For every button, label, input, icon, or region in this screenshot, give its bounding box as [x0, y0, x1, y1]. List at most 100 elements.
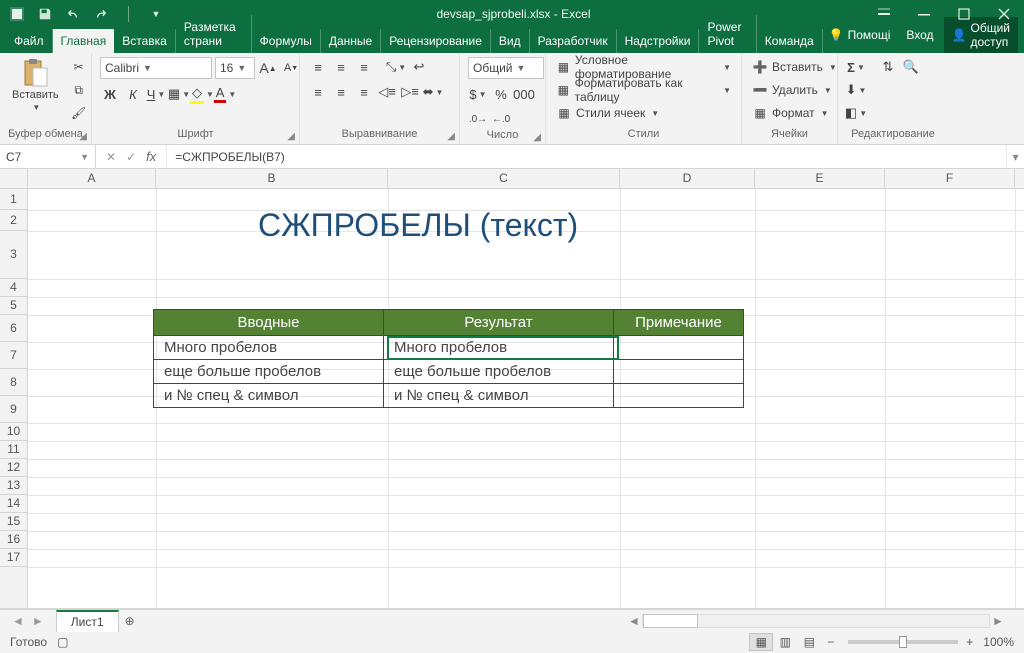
align-top-button[interactable]: ≡ — [308, 57, 328, 77]
cell-styles-button[interactable]: ▦Стили ячеек▼ — [554, 103, 661, 123]
tab-view[interactable]: Вид — [491, 29, 530, 53]
tab-insert[interactable]: Вставка — [114, 29, 176, 53]
col-header[interactable]: E — [755, 169, 885, 188]
format-painter-button[interactable]: 🖌 — [69, 103, 89, 123]
inc-decimal-button[interactable]: .0→ — [468, 109, 488, 129]
italic-button[interactable]: К — [123, 84, 143, 104]
accounting-button[interactable]: $▼ — [468, 84, 488, 104]
launcher-icon[interactable]: ◢ — [287, 131, 295, 142]
percent-button[interactable]: % — [491, 84, 511, 104]
row-header[interactable]: 14 — [0, 495, 27, 513]
underline-button[interactable]: Ч▼ — [146, 84, 166, 104]
row-header[interactable]: 12 — [0, 459, 27, 477]
row-header[interactable]: 9 — [0, 396, 27, 423]
align-bottom-button[interactable]: ≡ — [354, 57, 374, 77]
col-header[interactable]: C — [388, 169, 620, 188]
new-sheet-button[interactable]: ⊕ — [119, 614, 141, 628]
tab-data[interactable]: Данные — [321, 29, 381, 53]
select-all-corner[interactable] — [0, 169, 28, 188]
tab-home[interactable]: Главная — [53, 29, 115, 53]
zoom-in-button[interactable]: + — [966, 635, 973, 649]
clear-button[interactable]: ◧▼ — [846, 103, 866, 123]
col-header[interactable]: B — [156, 169, 388, 188]
sort-filter-button[interactable]: ⇅ — [878, 57, 898, 77]
delete-cells-button[interactable]: ➖Удалить▼ — [750, 80, 834, 100]
align-center-button[interactable]: ≡ — [331, 82, 351, 102]
merge-button[interactable]: ⬌▼ — [423, 82, 443, 102]
zoom-slider[interactable] — [848, 640, 958, 644]
undo-icon[interactable] — [66, 7, 80, 21]
row-header[interactable]: 1 — [0, 189, 27, 210]
wrap-text-button[interactable]: ↩ — [409, 57, 429, 77]
zoom-level[interactable]: 100% — [983, 635, 1014, 649]
row-header[interactable]: 10 — [0, 423, 27, 441]
shrink-font-button[interactable]: A▼ — [281, 58, 301, 78]
sheet-tab[interactable]: Лист1 — [56, 610, 119, 632]
tab-developer[interactable]: Разработчик — [530, 29, 617, 53]
qat-dropdown-icon[interactable]: ▼ — [149, 7, 163, 21]
tab-formulas[interactable]: Формулы — [252, 29, 321, 53]
share-button[interactable]: 👤Общий доступ — [944, 17, 1018, 53]
comma-button[interactable]: 000 — [514, 84, 534, 104]
zoom-out-button[interactable]: − — [827, 635, 834, 649]
sign-in[interactable]: Вход — [900, 25, 939, 45]
launcher-icon[interactable]: ◢ — [79, 131, 87, 142]
font-name[interactable]: Calibri▼ — [100, 57, 212, 79]
row-header[interactable]: 5 — [0, 297, 27, 315]
formula-input[interactable]: =СЖПРОБЕЛЫ(B7) — [167, 145, 1006, 168]
cut-button[interactable]: ✂ — [69, 57, 89, 77]
col-header[interactable]: A — [28, 169, 156, 188]
orientation-button[interactable]: ⤡▼ — [386, 57, 406, 77]
format-cells-button[interactable]: ▦Формат▼ — [750, 103, 831, 123]
indent-dec-button[interactable]: ◁≡ — [377, 82, 397, 102]
enter-icon[interactable]: ✓ — [126, 150, 136, 164]
cond-format-button[interactable]: ▦Условное форматирование▼ — [554, 57, 733, 77]
format-table-button[interactable]: ▦Форматировать как таблицу▼ — [554, 80, 733, 100]
cancel-icon[interactable]: ✕ — [106, 150, 116, 164]
tab-team[interactable]: Команда — [757, 29, 823, 53]
align-right-button[interactable]: ≡ — [354, 82, 374, 102]
col-header[interactable]: F — [885, 169, 1015, 188]
row-header[interactable]: 15 — [0, 513, 27, 531]
row-header[interactable]: 2 — [0, 210, 27, 231]
worksheet-grid[interactable]: A B C D E F 1234567891011121314151617 СЖ… — [0, 169, 1024, 609]
expand-formula-bar[interactable]: ▾ — [1006, 145, 1024, 168]
tell-me[interactable]: 💡Помощі — [823, 25, 897, 45]
tab-file[interactable]: Файл — [6, 29, 53, 53]
number-format[interactable]: Общий▼ — [468, 57, 544, 79]
horizontal-scrollbar[interactable]: ◄► — [626, 614, 1006, 628]
paste-button[interactable]: Вставить ▼ — [8, 57, 63, 114]
tab-review[interactable]: Рецензирование — [381, 29, 491, 53]
save-icon[interactable] — [38, 7, 52, 21]
grow-font-button[interactable]: A▲ — [258, 58, 278, 78]
launcher-icon[interactable]: ◢ — [447, 131, 455, 142]
font-size[interactable]: 16▼ — [215, 57, 255, 79]
insert-cells-button[interactable]: ➕Вставить▼ — [750, 57, 839, 77]
row-header[interactable]: 6 — [0, 315, 27, 342]
row-header[interactable]: 11 — [0, 441, 27, 459]
row-header[interactable]: 17 — [0, 549, 27, 567]
align-left-button[interactable]: ≡ — [308, 82, 328, 102]
dec-decimal-button[interactable]: ←.0 — [491, 109, 511, 129]
row-header[interactable]: 13 — [0, 477, 27, 495]
fill-color-button[interactable]: ◇▼ — [192, 84, 212, 104]
col-header[interactable]: D — [620, 169, 755, 188]
align-middle-button[interactable]: ≡ — [331, 57, 351, 77]
name-box[interactable]: C7▼ — [0, 145, 96, 168]
tab-addins[interactable]: Надстройки — [617, 29, 700, 53]
row-header[interactable]: 16 — [0, 531, 27, 549]
font-color-button[interactable]: A▼ — [215, 84, 235, 104]
find-button[interactable]: 🔍 — [901, 57, 921, 77]
row-header[interactable]: 4 — [0, 279, 27, 297]
redo-icon[interactable] — [94, 7, 108, 21]
border-button[interactable]: ▦▼ — [169, 84, 189, 104]
fx-icon[interactable]: fx — [146, 149, 156, 164]
row-header[interactable]: 3 — [0, 231, 27, 279]
bold-button[interactable]: Ж — [100, 84, 120, 104]
indent-inc-button[interactable]: ▷≡ — [400, 82, 420, 102]
row-header[interactable]: 8 — [0, 369, 27, 396]
launcher-icon[interactable]: ◢ — [533, 132, 541, 143]
sheet-nav-next[interactable]: ► — [32, 614, 44, 628]
macro-record-icon[interactable]: ▢ — [57, 635, 68, 649]
copy-button[interactable]: ⧉ — [69, 80, 89, 100]
